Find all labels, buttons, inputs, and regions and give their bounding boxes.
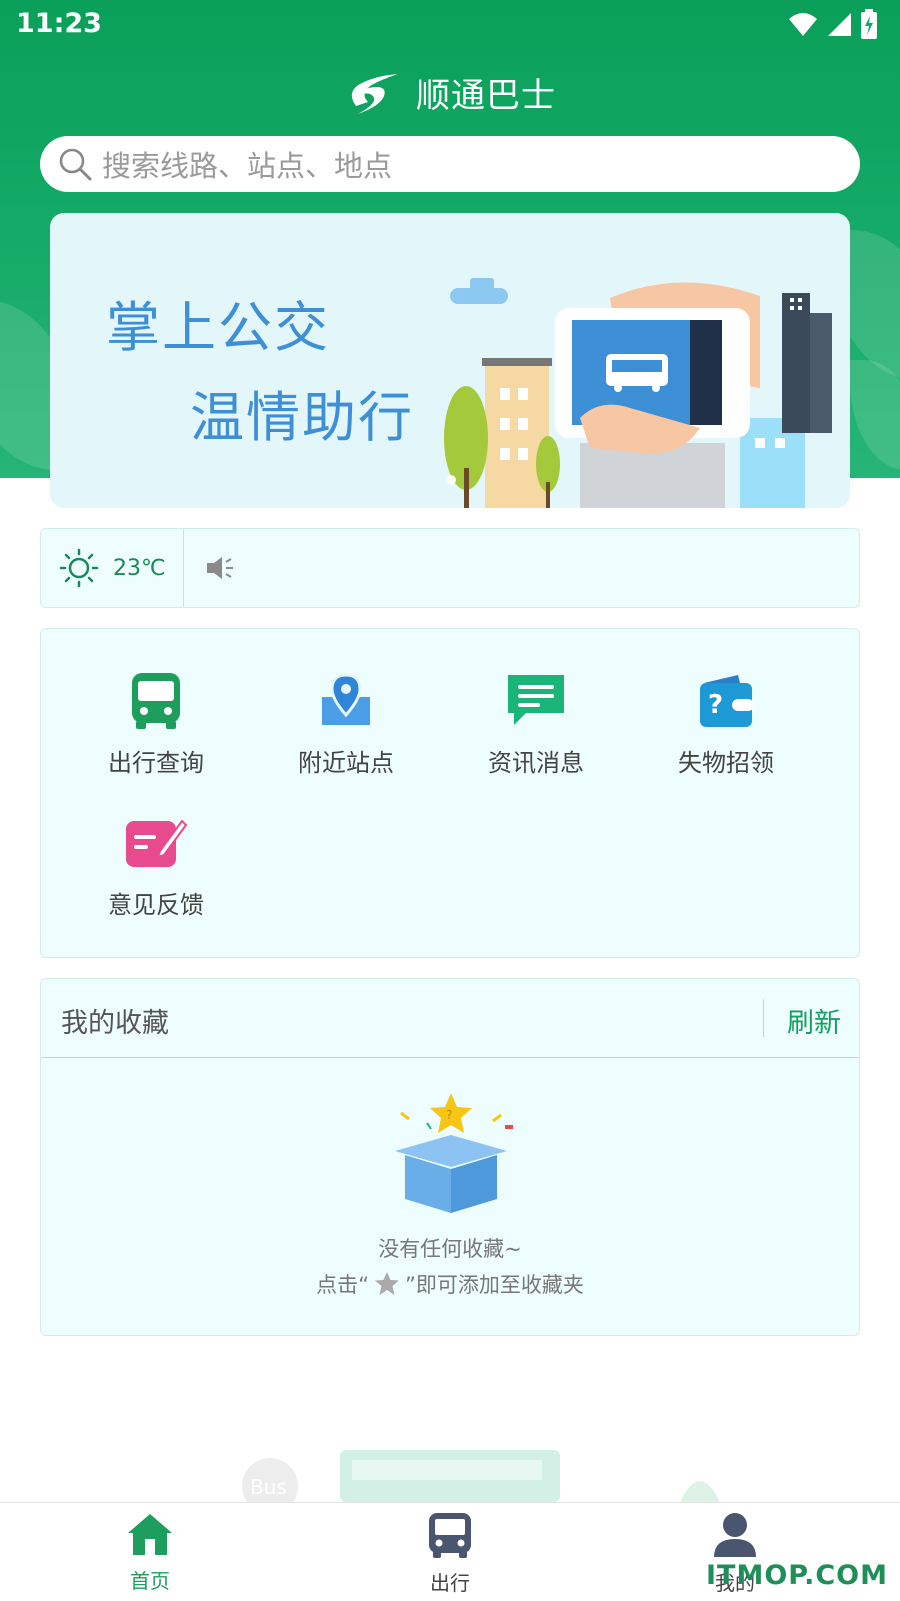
decoration-bus-text: Bus: [250, 1475, 287, 1499]
feature-lost-found[interactable]: ? 失物招领: [646, 669, 806, 789]
bus-icon: [429, 1513, 471, 1558]
feature-news[interactable]: 资讯消息: [456, 669, 616, 789]
star-icon: [375, 1272, 399, 1295]
bus-icon: [132, 673, 180, 729]
watermark: ITMOP.COM: [705, 1560, 888, 1591]
empty-hint: 点击“ ”即可添加至收藏夹: [41, 1269, 859, 1299]
feature-label: 出行查询: [108, 749, 204, 777]
feature-label: 意见反馈: [108, 891, 204, 919]
location-pin-icon: [322, 673, 370, 725]
signal-icon: [828, 13, 851, 36]
weather-notice-bar: 23℃: [40, 528, 860, 608]
home-icon: [128, 1514, 172, 1555]
refresh-button[interactable]: 刷新: [787, 1001, 841, 1040]
app-logo-icon: [351, 74, 398, 114]
tab-trip[interactable]: 出行: [370, 1511, 530, 1595]
search-placeholder: 搜索线路、站点、地点: [102, 149, 393, 183]
feature-grid: 出行查询 附近站点 资讯消息 ? 失物招领 意见反馈: [40, 628, 860, 958]
app-title: 顺通巴士: [416, 75, 556, 116]
banner-illustration: [444, 278, 832, 508]
leaf-decoration: [850, 360, 900, 470]
empty-hint-suffix: ”即可添加至收藏夹: [405, 1273, 584, 1297]
feedback-edit-icon: [126, 819, 188, 867]
favorites-card: 我的收藏 刷新 ? 没有任何收藏~ 点击“ ”即可添加至收藏夹: [40, 978, 860, 1336]
status-bar: 11:23: [0, 0, 900, 50]
svg-text:?: ?: [446, 1108, 452, 1122]
divider: [763, 999, 764, 1037]
notice-section[interactable]: [184, 554, 236, 582]
tab-label: 出行: [430, 1571, 470, 1595]
tab-home[interactable]: 首页: [70, 1511, 230, 1595]
status-time: 11:23: [16, 8, 102, 39]
speaker-icon: [207, 557, 233, 579]
empty-message: 没有任何收藏~: [378, 1237, 522, 1261]
promo-banner[interactable]: 掌上公交 温情助行: [50, 213, 850, 508]
banner-page-indicator: [446, 475, 456, 485]
battery-icon: [861, 9, 877, 39]
message-icon: [508, 675, 564, 725]
feature-feedback[interactable]: 意见反馈: [76, 811, 236, 931]
favorites-header: 我的收藏 刷新: [41, 979, 859, 1058]
tab-label: 首页: [130, 1569, 170, 1593]
empty-hint-prefix: 点击“: [316, 1273, 369, 1297]
feature-nearby-stops[interactable]: 附近站点: [266, 669, 426, 789]
feature-trip-query[interactable]: 出行查询: [76, 669, 236, 789]
feature-label: 附近站点: [298, 749, 394, 777]
search-input[interactable]: 搜索线路、站点、地点: [40, 136, 860, 192]
banner-slogan-1: 掌上公交: [106, 296, 330, 359]
lost-found-wallet-icon: ?: [700, 675, 754, 727]
status-icons: [788, 9, 878, 39]
weather-section: 23℃: [41, 529, 184, 607]
search-icon: [59, 148, 92, 181]
feature-label: 失物招领: [678, 749, 774, 777]
temperature: 23℃: [113, 555, 166, 581]
svg-text:?: ?: [708, 690, 723, 720]
banner-slogan-2: 温情助行: [190, 386, 414, 449]
wifi-icon: [789, 13, 817, 36]
title-bar: 顺通巴士: [0, 60, 900, 124]
feature-label: 资讯消息: [488, 749, 584, 777]
bus-street-decoration: Bus: [242, 1450, 720, 1502]
user-icon: [714, 1513, 756, 1557]
favorites-title: 我的收藏: [61, 1008, 169, 1039]
empty-box-illustration: ?: [395, 1093, 513, 1213]
sun-icon: [59, 548, 99, 588]
